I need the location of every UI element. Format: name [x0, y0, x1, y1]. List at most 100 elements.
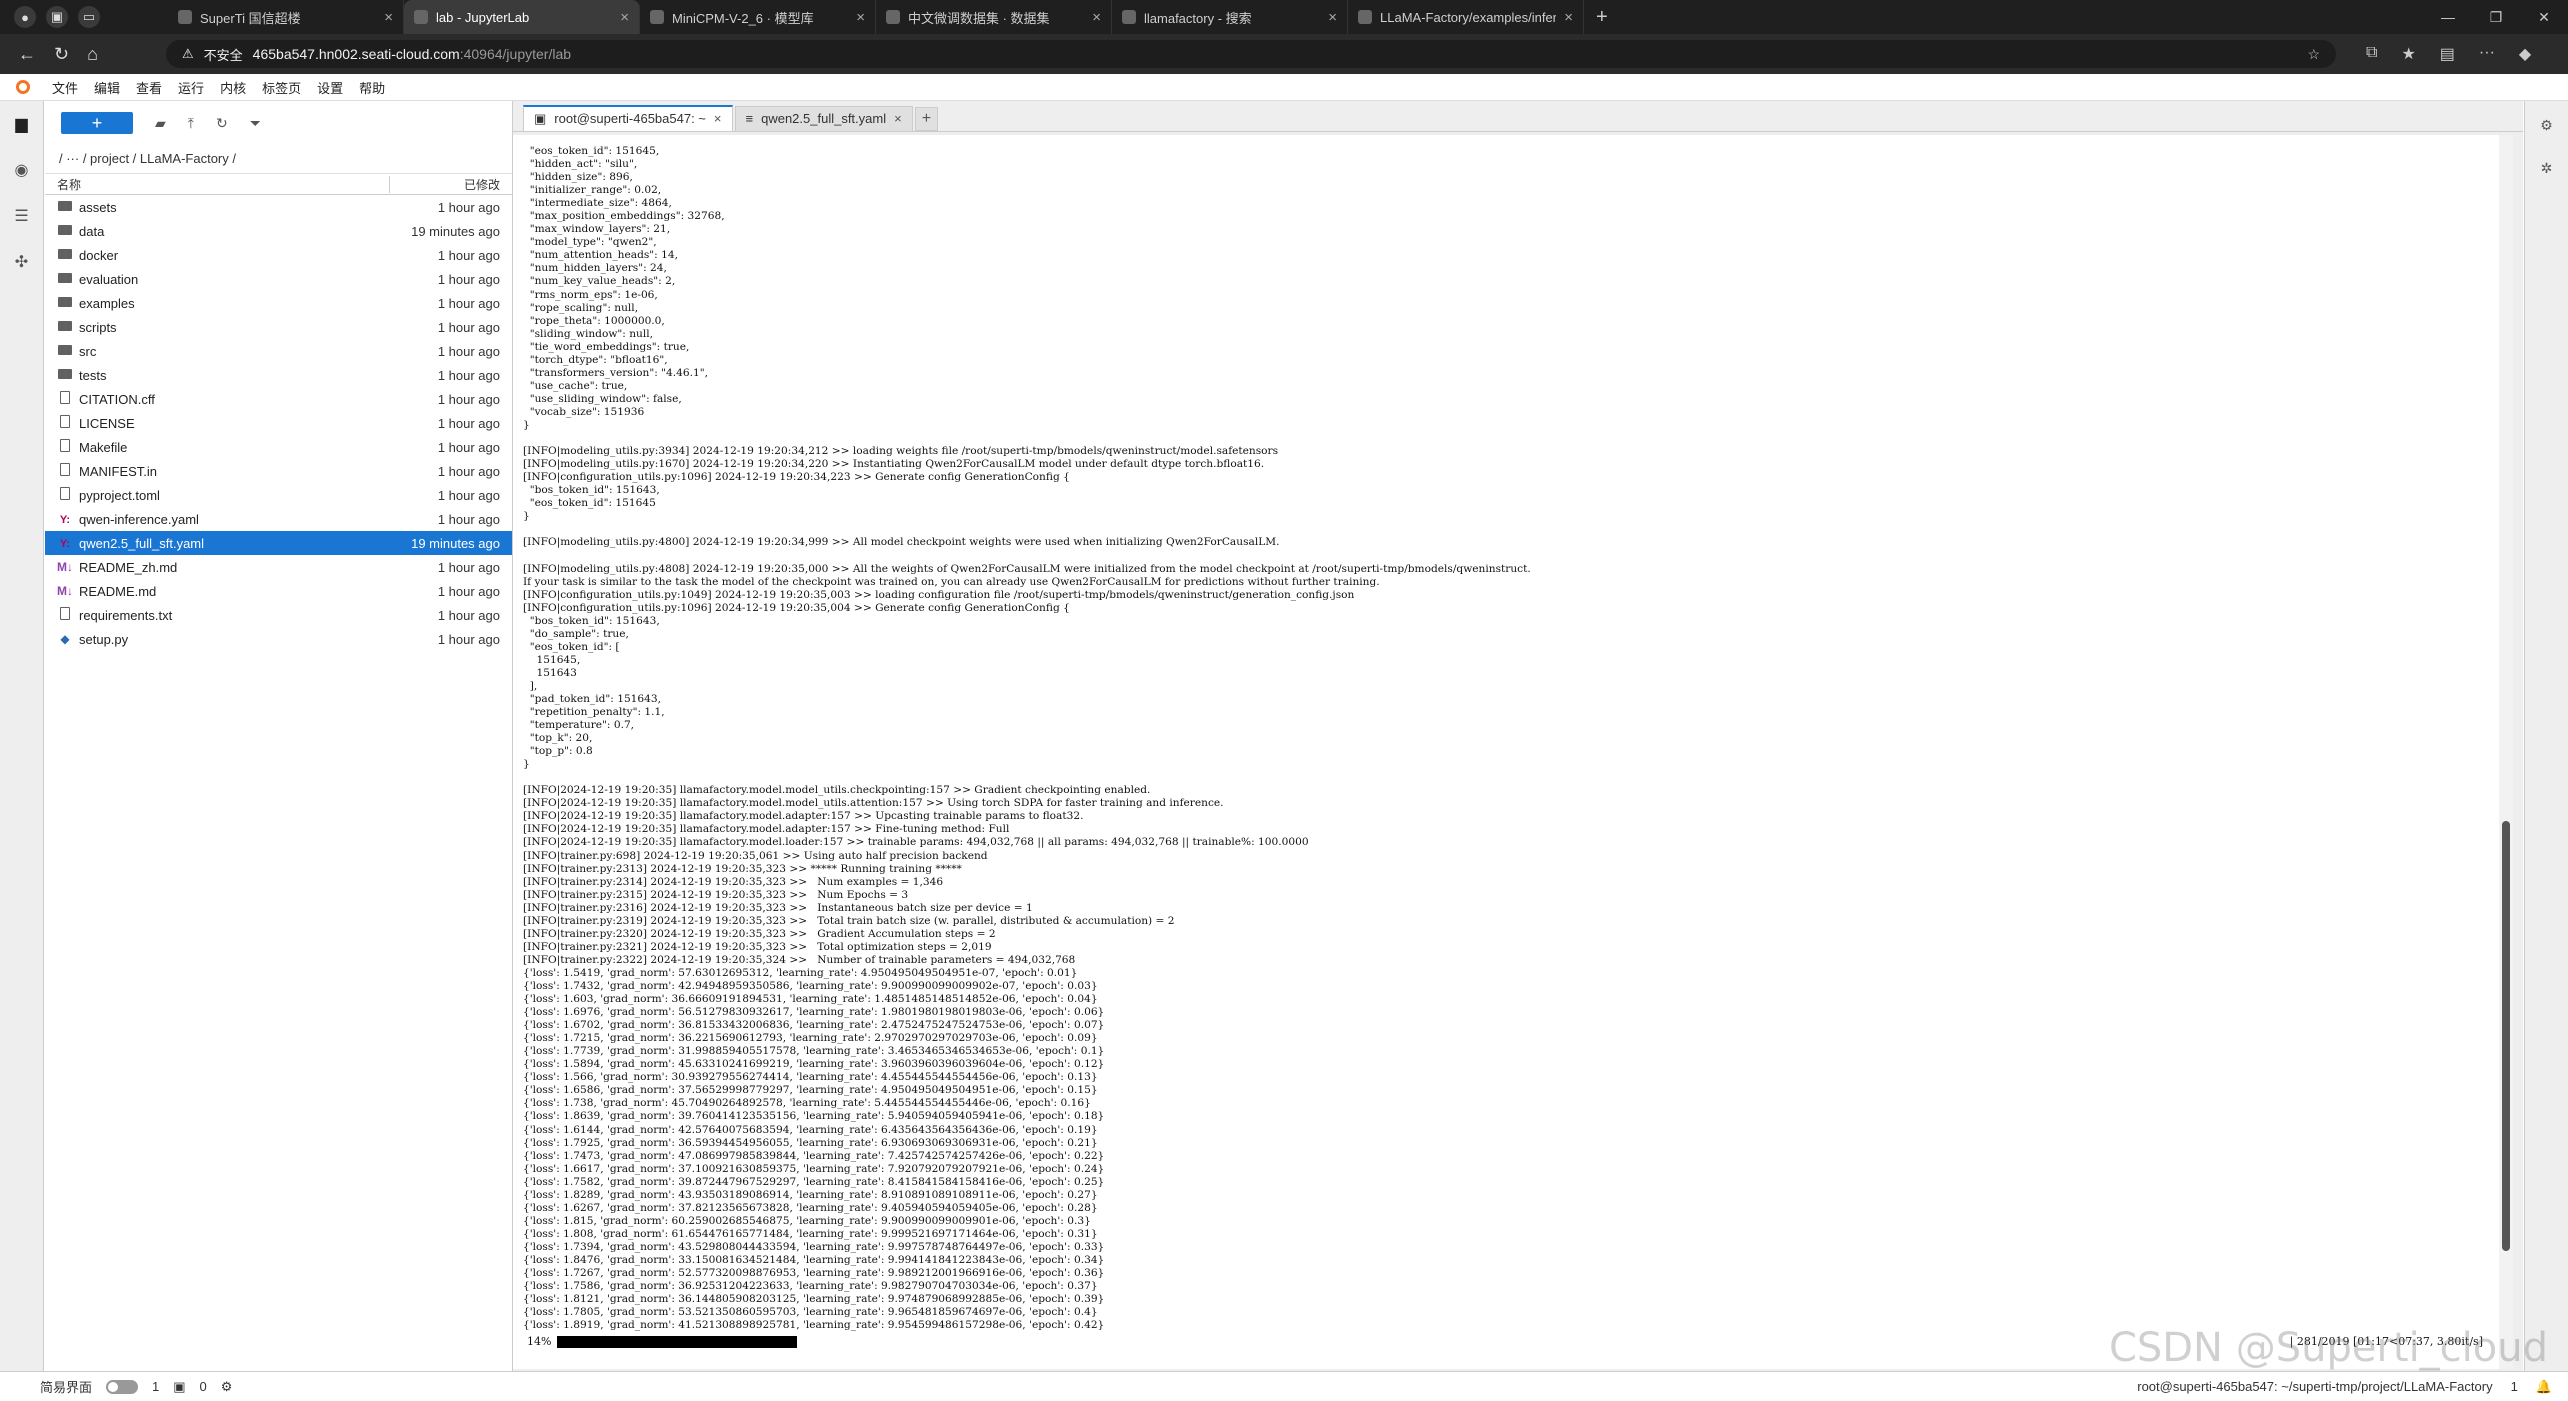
close-window-icon[interactable]: ✕: [2520, 0, 2568, 34]
tab-actions-icon[interactable]: ▭: [78, 6, 100, 28]
close-tab-icon[interactable]: ×: [1092, 9, 1101, 26]
browser-tab[interactable]: 中文微调数据集 · 数据集 ×: [876, 0, 1112, 34]
star-icon[interactable]: ☆: [2307, 46, 2320, 63]
more-icon[interactable]: ···: [2479, 44, 2495, 64]
notification-icon[interactable]: 🔔: [2536, 1379, 2552, 1395]
debugger-icon[interactable]: ✲: [2541, 160, 2553, 177]
browser-tab[interactable]: LLaMA-Factory/examples/inferen ×: [1348, 0, 1584, 34]
extensions-icon[interactable]: ⧉: [2366, 44, 2377, 64]
new-folder-icon[interactable]: ▰: [155, 115, 166, 132]
folder-icon: [58, 201, 72, 211]
file-row[interactable]: docker 1 hour ago: [45, 243, 512, 267]
kernel-count[interactable]: 0: [200, 1379, 207, 1394]
line-indicator: 1: [2510, 1379, 2518, 1394]
workspaces-icon[interactable]: ▣: [46, 6, 68, 28]
close-tab-icon[interactable]: ×: [384, 9, 393, 26]
file-row[interactable]: CITATION.cff 1 hour ago: [45, 387, 512, 411]
upload-icon[interactable]: ⤒: [188, 115, 194, 132]
copilot-icon[interactable]: ◆: [2519, 44, 2531, 64]
security-label[interactable]: 不安全: [204, 45, 243, 64]
breadcrumb[interactable]: / ··· / project / LLaMA-Factory /: [45, 145, 512, 173]
reload-icon[interactable]: ↻: [54, 44, 69, 65]
editor-tab[interactable]: ≡ qwen2.5_full_sft.yaml ×: [734, 106, 913, 131]
folder-icon[interactable]: ▆: [13, 117, 31, 133]
scrollbar-thumb[interactable]: [2502, 821, 2510, 1251]
file-row[interactable]: assets 1 hour ago: [45, 195, 512, 219]
terminal-line: "temperature": 0.7,: [523, 719, 635, 732]
file-row[interactable]: MANIFEST.in 1 hour ago: [45, 459, 512, 483]
close-tab-icon[interactable]: ×: [894, 107, 902, 131]
file-row[interactable]: tests 1 hour ago: [45, 363, 512, 387]
file-list-header: 名称 已修改: [45, 173, 512, 195]
browser-tab[interactable]: SuperTi 国信超楼 ×: [168, 0, 404, 34]
url-field[interactable]: ⚠ 不安全 465ba547.hn002.seati-cloud.com:409…: [166, 40, 2336, 68]
favorites-icon[interactable]: ★: [2401, 44, 2415, 64]
browser-tab[interactable]: lab - JupyterLab ×: [404, 0, 640, 34]
file-row[interactable]: requirements.txt 1 hour ago: [45, 603, 512, 627]
menu-item[interactable]: 查看: [128, 78, 170, 97]
menu-item[interactable]: 设置: [309, 78, 351, 97]
add-tab-button[interactable]: +: [914, 107, 939, 131]
file-row[interactable]: M↓ README.md 1 hour ago: [45, 579, 512, 603]
tab-favicon-icon: [886, 10, 900, 24]
file-row[interactable]: Y: qwen2.5_full_sft.yaml 19 minutes ago: [45, 531, 512, 555]
terminal-line: "num_attention_heads": 14,: [523, 249, 678, 262]
filter-icon[interactable]: ⏷: [250, 115, 261, 132]
terminal-line: {'loss': 1.6976, 'grad_norm': 56.5127983…: [523, 1006, 1105, 1019]
file-modified: 1 hour ago: [437, 415, 500, 431]
terminal[interactable]: "eos_token_id": 151645, "hidden_act": "s…: [513, 135, 2513, 1369]
file-row[interactable]: evaluation 1 hour ago: [45, 267, 512, 291]
file-row[interactable]: src 1 hour ago: [45, 339, 512, 363]
home-icon[interactable]: ⌂: [87, 44, 98, 65]
menu-item[interactable]: 内核: [212, 78, 254, 97]
close-tab-icon[interactable]: ×: [714, 107, 722, 131]
browser-tab[interactable]: llamafactory - 搜索 ×: [1112, 0, 1348, 34]
menu-item[interactable]: 运行: [170, 78, 212, 97]
terminal-line: "sliding_window": null,: [523, 327, 653, 340]
name-column-header[interactable]: 名称: [45, 176, 389, 193]
extension-puzzle-icon[interactable]: ✣: [13, 255, 31, 271]
file-row[interactable]: examples 1 hour ago: [45, 291, 512, 315]
editor-tab[interactable]: ▣ root@superti-465ba547: ~ ×: [523, 105, 733, 131]
file-row[interactable]: ◆ setup.py 1 hour ago: [45, 627, 512, 651]
file-row[interactable]: M↓ README_zh.md 1 hour ago: [45, 555, 512, 579]
file-row[interactable]: LICENSE 1 hour ago: [45, 411, 512, 435]
browser-tab[interactable]: MiniCPM-V-2_6 · 模型库 ×: [640, 0, 876, 34]
editor-tabbar: ▣ root@superti-465ba547: ~ × ≡ qwen2.5_full_…: [513, 101, 2523, 132]
restore-icon[interactable]: ❐: [2472, 0, 2520, 34]
terminal-count[interactable]: 1: [152, 1379, 159, 1394]
toc-icon[interactable]: ☰: [13, 209, 31, 225]
profile-icon[interactable]: ●: [14, 6, 36, 28]
terminal-path-label: root@superti-465ba547: ~/superti-tmp/pro…: [2137, 1379, 2493, 1394]
collections-icon[interactable]: ▤: [2440, 44, 2455, 64]
minimize-icon[interactable]: —: [2424, 0, 2472, 34]
close-tab-icon[interactable]: ×: [620, 9, 629, 26]
new-tab-button[interactable]: +: [1584, 6, 1620, 29]
menu-item[interactable]: 文件: [44, 78, 86, 97]
file-row[interactable]: scripts 1 hour ago: [45, 315, 512, 339]
file-row[interactable]: pyproject.toml 1 hour ago: [45, 483, 512, 507]
file-row[interactable]: data 19 minutes ago: [45, 219, 512, 243]
modified-column-header[interactable]: 已修改: [389, 175, 512, 193]
property-inspector-icon[interactable]: ⚙: [2540, 117, 2553, 134]
simple-mode-toggle[interactable]: [106, 1379, 139, 1394]
folder-icon: [58, 321, 72, 331]
refresh-icon[interactable]: ↻: [216, 115, 228, 132]
terminal-line: [INFO|trainer.py:2321] 2024-12-19 19:20:…: [523, 940, 992, 953]
file-row[interactable]: Y: qwen-inference.yaml 1 hour ago: [45, 507, 512, 531]
progress-bar: 14%: [527, 1335, 798, 1348]
terminal-scrollbar[interactable]: [2499, 135, 2513, 1369]
close-tab-icon[interactable]: ×: [1564, 9, 1573, 26]
close-tab-icon[interactable]: ×: [856, 9, 865, 26]
menu-item[interactable]: 帮助: [351, 78, 393, 97]
folder-icon: [58, 249, 72, 259]
running-icon[interactable]: ◉: [13, 163, 31, 179]
menu-item[interactable]: 编辑: [86, 78, 128, 97]
warning-icon[interactable]: ⚠: [182, 46, 194, 62]
file-modified: 1 hour ago: [437, 343, 500, 359]
close-tab-icon[interactable]: ×: [1328, 9, 1337, 26]
new-launcher-button[interactable]: +: [61, 112, 133, 134]
menu-item[interactable]: 标签页: [254, 78, 309, 97]
back-icon[interactable]: ←: [18, 44, 36, 65]
file-row[interactable]: Makefile 1 hour ago: [45, 435, 512, 459]
